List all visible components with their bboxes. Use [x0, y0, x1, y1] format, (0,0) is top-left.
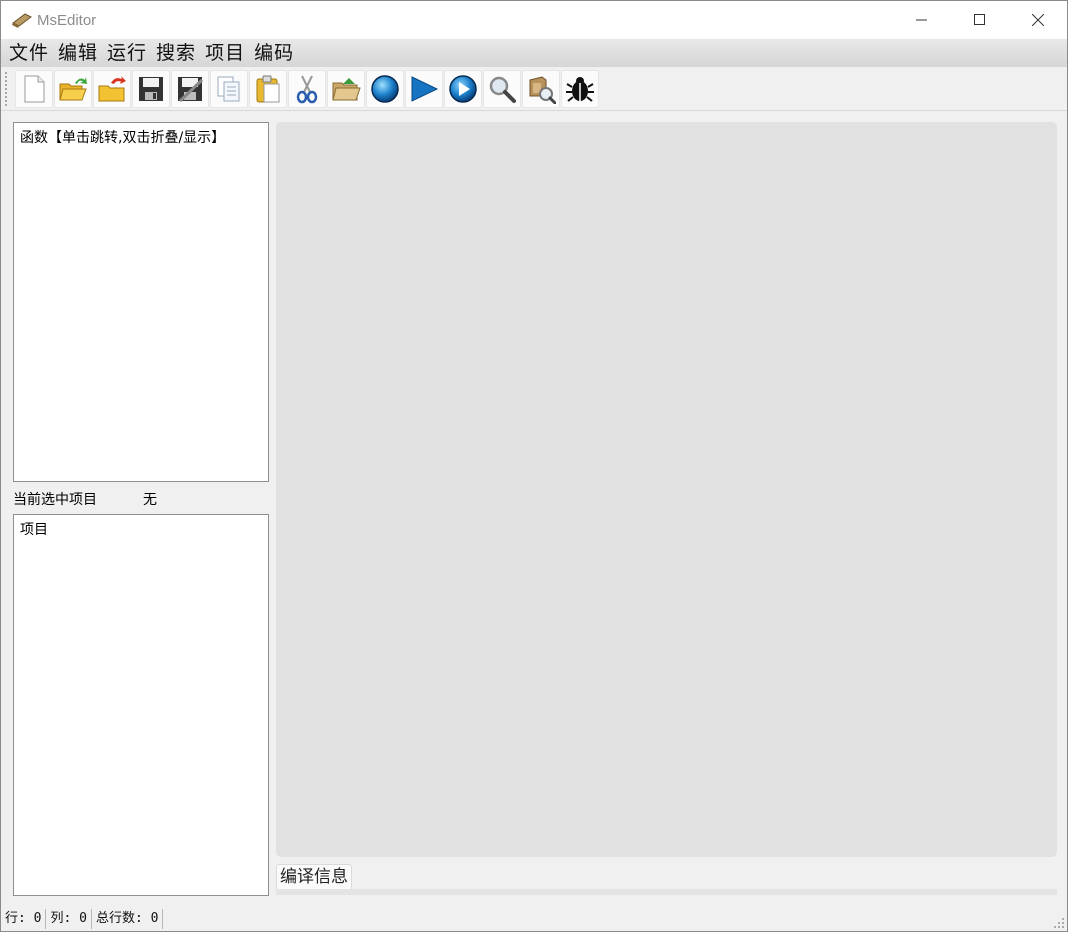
copy-icon	[217, 76, 240, 101]
open-folder-icon	[59, 76, 87, 100]
status-col: 列: 0	[46, 909, 92, 929]
status-row: 行: 0	[1, 909, 47, 929]
open-recent-button[interactable]	[93, 69, 131, 108]
minimize-button[interactable]	[893, 1, 951, 39]
save-as-button[interactable]	[171, 69, 209, 108]
main-window: MsEditor 文件 编辑 运行 搜索 项目 编码 函数【单击跳转,双击折叠/…	[0, 0, 1068, 932]
debug-button[interactable]	[561, 69, 599, 108]
functions-tree[interactable]: 函数【单击跳转,双击折叠/显示】	[13, 122, 269, 482]
menu-search[interactable]: 搜索	[156, 39, 196, 67]
current-project-row: 当前选中项目 无	[13, 489, 269, 509]
minimize-icon	[916, 19, 927, 21]
save-as-icon	[178, 76, 204, 102]
compile-info-tab[interactable]: 编译信息	[276, 864, 352, 890]
current-project-value: 无	[143, 492, 157, 508]
search-icon	[489, 76, 516, 103]
open-project-button[interactable]	[327, 69, 365, 108]
status-total-lines: 总行数: 0	[92, 909, 164, 929]
stop-icon	[371, 74, 399, 103]
close-button[interactable]	[1009, 1, 1067, 39]
open-project-icon	[332, 77, 361, 100]
close-icon	[1032, 14, 1044, 26]
status-bar: 行: 0 列: 0 总行数: 0	[1, 907, 1067, 931]
new-file-icon	[24, 75, 45, 102]
menu-bar: 文件 编辑 运行 搜索 项目 编码	[1, 39, 1067, 67]
new-file-button[interactable]	[15, 69, 53, 108]
open-button[interactable]	[54, 69, 92, 108]
current-project-label: 当前选中项目	[13, 492, 97, 508]
menu-encoding[interactable]: 编码	[254, 39, 294, 67]
functions-header[interactable]: 函数【单击跳转,双击折叠/显示】	[14, 123, 268, 151]
paste-icon	[256, 75, 280, 102]
menu-file[interactable]: 文件	[9, 39, 49, 67]
toolbar	[1, 67, 1067, 111]
run-button[interactable]	[405, 69, 443, 108]
maximize-icon	[974, 14, 985, 25]
open-recent-icon	[98, 75, 126, 101]
app-logo-icon	[12, 13, 32, 28]
project-tree[interactable]: 项目	[13, 514, 269, 896]
editor-area[interactable]	[276, 122, 1057, 857]
window-title: MsEditor	[37, 11, 97, 29]
menu-project[interactable]: 项目	[205, 39, 245, 67]
run-debug-icon	[449, 74, 477, 103]
search-button[interactable]	[483, 69, 521, 108]
paste-button[interactable]	[249, 69, 287, 108]
menu-run[interactable]: 运行	[107, 39, 147, 67]
cut-button[interactable]	[288, 69, 326, 108]
run-icon	[411, 75, 439, 102]
window-controls	[893, 1, 1067, 39]
resize-grip-icon[interactable]	[1053, 917, 1065, 929]
copy-button[interactable]	[210, 69, 248, 108]
title-bar[interactable]: MsEditor	[1, 1, 1067, 39]
compile-output-strip	[276, 889, 1057, 895]
toolbar-grip[interactable]	[5, 71, 9, 106]
save-icon	[139, 76, 163, 101]
find-in-files-button[interactable]	[522, 69, 560, 108]
project-header[interactable]: 项目	[14, 515, 268, 543]
bug-icon	[566, 76, 594, 102]
save-button[interactable]	[132, 69, 170, 108]
menu-edit[interactable]: 编辑	[58, 39, 98, 67]
maximize-button[interactable]	[951, 1, 1009, 39]
find-in-files-icon	[529, 75, 556, 104]
stop-button[interactable]	[366, 69, 404, 108]
run-debug-button[interactable]	[444, 69, 482, 108]
cut-icon	[296, 75, 318, 103]
